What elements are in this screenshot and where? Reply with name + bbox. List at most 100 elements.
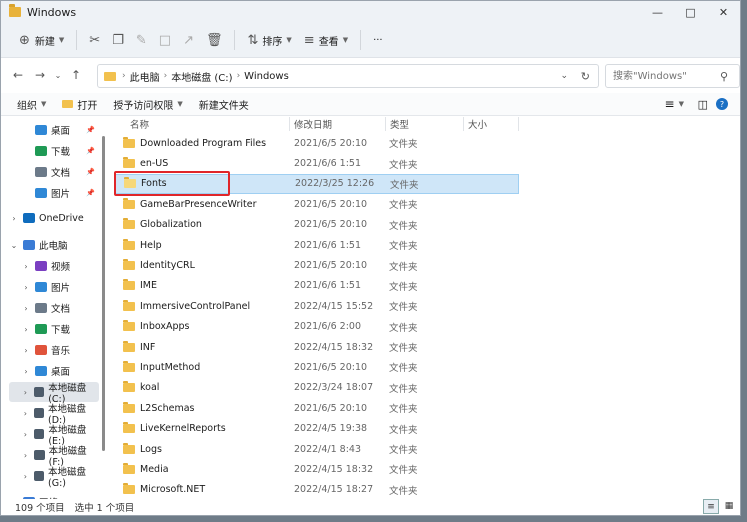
chevron-right-icon[interactable]: ›: [21, 283, 31, 292]
file-row[interactable]: GameBarPresenceWriter 2021/6/5 20:10 文件夹: [114, 194, 519, 214]
maximize-button[interactable]: □: [674, 1, 707, 23]
sidebar-item[interactable]: › OneDrive: [9, 208, 99, 228]
organize-menu[interactable]: 组织 ▼: [9, 97, 54, 112]
navigation-scrollbar[interactable]: [102, 116, 105, 497]
chevron-down-icon[interactable]: ⌄: [9, 241, 19, 250]
file-row[interactable]: Downloaded Program Files 2021/6/5 20:10 文件…: [114, 133, 519, 153]
file-row[interactable]: InboxApps 2021/6/6 2:00 文件夹: [114, 317, 519, 337]
chevron-right-icon[interactable]: ›: [9, 214, 19, 223]
share-icon: ↗: [183, 32, 194, 48]
close-button[interactable]: ✕: [707, 1, 740, 23]
file-type: 文件夹: [389, 302, 418, 314]
column-name[interactable]: 名称: [114, 117, 290, 131]
file-row[interactable]: IdentityCRL 2021/6/5 20:10 文件夹: [114, 255, 519, 275]
file-row[interactable]: Microsoft.NET 2022/4/15 18:27 文件夹: [114, 480, 519, 500]
chevron-right-icon[interactable]: ›: [21, 451, 30, 460]
up-arrow-icon[interactable]: ↑: [65, 68, 87, 82]
search-input[interactable]: [611, 69, 720, 83]
sidebar-item[interactable]: 桌面 📌: [9, 120, 99, 140]
chevron-right-icon[interactable]: ›: [21, 325, 31, 334]
sidebar-item[interactable]: › 本地磁盘 (F:): [9, 445, 99, 468]
sidebar-item[interactable]: › 文档: [9, 298, 99, 318]
breadcrumb-c-drive[interactable]: 本地磁盘 (C:): [171, 69, 232, 84]
breadcrumb-this-pc[interactable]: 此电脑: [130, 69, 160, 84]
chevron-right-icon[interactable]: ›: [21, 430, 30, 439]
sidebar-item[interactable]: › 音乐: [9, 340, 99, 360]
tiles-view-button[interactable]: ▦: [722, 499, 736, 512]
file-row[interactable]: LiveKernelReports 2022/4/5 19:38 文件夹: [114, 418, 519, 438]
more-button[interactable]: ···: [367, 26, 389, 54]
file-name: en-US: [140, 158, 169, 170]
chevron-right-icon[interactable]: ›: [21, 346, 31, 355]
cut-button[interactable]: ✂: [83, 26, 106, 54]
file-row[interactable]: IME 2021/6/6 1:51 文件夹: [114, 276, 519, 296]
delete-button[interactable]: 🗑: [200, 26, 229, 54]
sidebar-item[interactable]: › 本地磁盘 (E:): [9, 424, 99, 447]
details-view-button[interactable]: ≡: [703, 499, 719, 514]
sidebar-item[interactable]: 下载 📌: [9, 141, 99, 161]
recent-chevron-icon[interactable]: ⌄: [51, 71, 65, 80]
sidebar-item[interactable]: › 视频: [9, 256, 99, 276]
folder-icon: [123, 442, 135, 454]
file-row[interactable]: Globalization 2021/6/5 20:10 文件夹: [114, 215, 519, 235]
sidebar-item[interactable]: ›网络: [9, 492, 99, 499]
sidebar-item-icon: [33, 450, 45, 460]
file-row[interactable]: Logs 2022/4/1 8:43 文件夹: [114, 439, 519, 459]
file-name-cell: Downloaded Program Files: [114, 136, 282, 149]
sidebar-item-label: 文档: [51, 168, 71, 179]
sidebar-item[interactable]: ⌄ 此电脑: [9, 235, 99, 255]
file-name: InboxApps: [140, 321, 190, 333]
breadcrumb-windows[interactable]: Windows: [244, 71, 289, 82]
sidebar-item[interactable]: 图片 📌: [9, 183, 99, 203]
help-button[interactable]: ?: [708, 98, 736, 110]
view-button[interactable]: ≡ 查看 ▼: [298, 26, 354, 54]
minimize-button[interactable]: —: [641, 1, 674, 23]
chevron-right-icon: ›: [163, 71, 168, 81]
copy-button[interactable]: ❐: [106, 26, 130, 54]
sort-button[interactable]: ⇅ 排序 ▼: [241, 26, 297, 54]
column-type[interactable]: 类型: [386, 117, 464, 131]
file-row[interactable]: L2Schemas 2021/6/5 20:10 文件夹: [114, 398, 519, 418]
file-row[interactable]: Help 2021/6/6 1:51 文件夹: [114, 235, 519, 255]
chevron-right-icon[interactable]: ›: [21, 304, 31, 313]
refresh-icon[interactable]: ↻: [581, 70, 590, 83]
sidebar-item-label: 图片: [51, 189, 71, 200]
rename-button[interactable]: □: [153, 26, 177, 54]
sidebar-item[interactable]: 文档 📌: [9, 162, 99, 182]
sidebar-item[interactable]: › 下载: [9, 319, 99, 339]
column-date[interactable]: 修改日期: [290, 117, 386, 131]
scrollbar-thumb[interactable]: [102, 136, 105, 451]
sidebar-item[interactable]: › 本地磁盘 (D:): [9, 403, 99, 426]
chevron-right-icon[interactable]: ›: [21, 409, 30, 418]
chevron-right-icon[interactable]: ›: [21, 367, 31, 376]
open-button[interactable]: 打开: [54, 97, 105, 112]
new-folder-button[interactable]: 新建文件夹: [191, 97, 257, 112]
file-row[interactable]: ImmersiveControlPanel 2022/4/15 15:52 文件夹: [114, 296, 519, 316]
search-icon[interactable]: ⚲: [720, 70, 728, 83]
sidebar-item[interactable]: › 本地磁盘 (C:): [9, 382, 99, 405]
view-options-button[interactable]: ≡ ▼: [657, 97, 692, 111]
chevron-right-icon[interactable]: ›: [21, 262, 31, 271]
new-button[interactable]: ⊕ 新建 ▼: [13, 26, 70, 54]
pin-icon: 📌: [86, 189, 95, 197]
sidebar-item[interactable]: › 本地磁盘 (G:): [9, 466, 99, 489]
grant-access-menu[interactable]: 授予访问权限 ▼: [105, 97, 190, 112]
file-name: koal: [140, 382, 160, 394]
sidebar-item[interactable]: › 图片: [9, 277, 99, 297]
paste-button[interactable]: ✎: [130, 26, 153, 54]
file-row[interactable]: Media 2022/4/15 18:32 文件夹: [114, 459, 519, 479]
sidebar-item[interactable]: › 桌面: [9, 361, 99, 381]
address-bar[interactable]: › 此电脑 › 本地磁盘 (C:) › Windows ⌄ ↻: [97, 64, 599, 88]
file-row[interactable]: InputMethod 2021/6/5 20:10 文件夹: [114, 357, 519, 377]
forward-arrow-icon[interactable]: →: [29, 68, 51, 82]
file-date: 2021/6/6 2:00: [294, 321, 362, 333]
file-name-cell: LiveKernelReports: [114, 422, 282, 434]
file-row[interactable]: koal 2022/3/24 18:07 文件夹: [114, 378, 519, 398]
share-button[interactable]: ↗: [177, 26, 200, 54]
file-row[interactable]: INF 2022/4/15 18:32 文件夹: [114, 337, 519, 357]
address-dropdown-icon[interactable]: ⌄: [560, 71, 568, 81]
chevron-right-icon[interactable]: ›: [21, 472, 30, 481]
chevron-right-icon[interactable]: ›: [21, 388, 30, 397]
column-size[interactable]: 大小: [464, 117, 519, 131]
back-arrow-icon[interactable]: ←: [7, 68, 29, 82]
